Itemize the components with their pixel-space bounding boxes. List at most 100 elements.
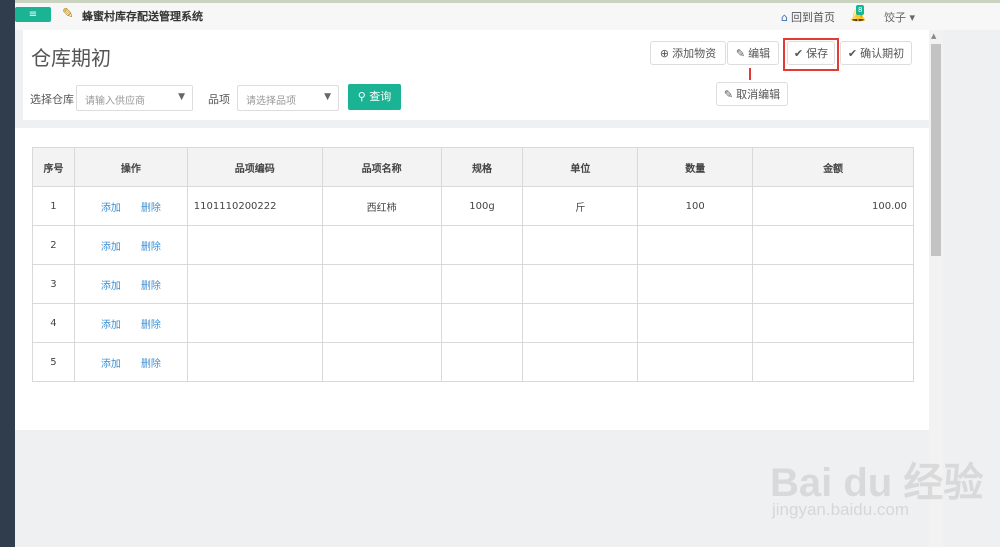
cell-actions: 添加 删除 bbox=[73, 264, 188, 304]
cell-amount bbox=[752, 342, 914, 382]
cell-unit bbox=[522, 342, 639, 382]
header-code: 品项编码 bbox=[186, 147, 323, 187]
chevron-down-icon: ▼ bbox=[324, 92, 331, 102]
header-name: 品项名称 bbox=[321, 147, 442, 187]
cell-code bbox=[186, 303, 323, 343]
cell-qty bbox=[637, 342, 754, 382]
cell-spec bbox=[440, 225, 524, 265]
home-icon: ⌂ bbox=[781, 11, 788, 24]
warehouse-placeholder: 请输入供应商 bbox=[85, 96, 145, 107]
delete-row-link[interactable]: 删除 bbox=[141, 281, 161, 292]
cell-no: 3 bbox=[32, 264, 75, 304]
table-row: 2 添加 删除 bbox=[32, 225, 914, 265]
opening-stock-table: 序号 操作 品项编码 品项名称 规格 单位 数量 金额 1 添加 删除 11011… bbox=[32, 147, 914, 382]
cell-code bbox=[186, 264, 323, 304]
header-amount: 金额 bbox=[752, 147, 914, 187]
save-highlight-box bbox=[783, 38, 839, 71]
cell-amount: 100.00 bbox=[752, 186, 914, 226]
left-sidebar-rail bbox=[0, 0, 15, 547]
menu-icon: ≡ bbox=[28, 9, 38, 20]
cell-unit bbox=[522, 303, 639, 343]
cell-spec bbox=[440, 264, 524, 304]
cancel-edit-button[interactable]: ✎ 取消编辑 bbox=[716, 82, 788, 106]
header-actions: 操作 bbox=[73, 147, 188, 187]
add-row-link[interactable]: 添加 bbox=[101, 359, 121, 370]
cell-code: 1101110200222 bbox=[186, 186, 323, 226]
menu-toggle-button[interactable]: ≡ bbox=[15, 7, 51, 22]
add-row-link[interactable]: 添加 bbox=[101, 203, 121, 214]
cell-amount bbox=[752, 225, 914, 265]
cell-amount bbox=[752, 303, 914, 343]
pencil-icon: ✎ bbox=[723, 88, 734, 101]
warehouse-label: 选择仓库 bbox=[30, 93, 74, 106]
cell-amount bbox=[752, 264, 914, 304]
app-title: 蜂蜜村库存配送管理系统 bbox=[82, 10, 203, 23]
cell-code bbox=[186, 225, 323, 265]
cell-qty bbox=[637, 264, 754, 304]
item-placeholder: 请选择品项 bbox=[246, 96, 296, 107]
baidu-watermark-url: jingyan.baidu.com bbox=[772, 500, 910, 519]
header-no: 序号 bbox=[32, 147, 75, 187]
cell-name: 西红柿 bbox=[321, 186, 442, 226]
highlight-connector-line bbox=[749, 68, 751, 80]
table-header-row: 序号 操作 品项编码 品项名称 规格 单位 数量 金额 bbox=[32, 147, 914, 187]
cell-spec bbox=[440, 303, 524, 343]
edit-button[interactable]: ✎ 编辑 bbox=[727, 41, 779, 65]
cell-actions: 添加 删除 bbox=[73, 303, 188, 343]
cell-unit bbox=[522, 264, 639, 304]
cell-qty bbox=[637, 303, 754, 343]
delete-row-link[interactable]: 删除 bbox=[141, 242, 161, 253]
home-link-label: 回到首页 bbox=[790, 11, 835, 24]
warehouse-select[interactable]: 请输入供应商 ▼ bbox=[76, 85, 193, 111]
delete-row-link[interactable]: 删除 bbox=[141, 359, 161, 370]
header-unit: 单位 bbox=[522, 147, 639, 187]
cell-qty bbox=[637, 225, 754, 265]
search-icon: ⚲ bbox=[357, 90, 370, 103]
item-select[interactable]: 请选择品项 ▼ bbox=[237, 85, 339, 111]
cell-qty: 100 bbox=[637, 186, 754, 226]
edit-label: 编辑 bbox=[748, 47, 771, 60]
pencil-icon: ✎ bbox=[735, 47, 746, 60]
add-row-link[interactable]: 添加 bbox=[101, 281, 121, 292]
cell-name bbox=[321, 225, 442, 265]
cell-spec: 100g bbox=[440, 186, 524, 226]
check-icon: ✔ bbox=[847, 47, 858, 60]
notification-count-badge: 8 bbox=[856, 5, 865, 15]
cell-no: 2 bbox=[32, 225, 75, 265]
page-title: 仓库期初 bbox=[31, 46, 111, 70]
cancel-edit-label: 取消编辑 bbox=[736, 88, 781, 101]
add-material-button[interactable]: ⊕ 添加物资 bbox=[650, 41, 726, 65]
table-row: 4 添加 删除 bbox=[32, 303, 914, 343]
user-menu[interactable]: 饺子 ▾ bbox=[884, 9, 915, 25]
item-label: 品项 bbox=[208, 93, 230, 106]
app-logo-icon: ✎ bbox=[62, 6, 74, 22]
search-button[interactable]: ⚲ 查询 bbox=[348, 84, 401, 110]
cell-spec bbox=[440, 342, 524, 382]
plus-circle-icon: ⊕ bbox=[659, 47, 670, 60]
cell-no: 4 bbox=[32, 303, 75, 343]
confirm-opening-button[interactable]: ✔ 确认期初 bbox=[840, 41, 912, 65]
add-material-label: 添加物资 bbox=[672, 47, 717, 60]
cell-actions: 添加 删除 bbox=[73, 186, 188, 226]
cell-actions: 添加 删除 bbox=[73, 342, 188, 382]
cell-no: 5 bbox=[32, 342, 75, 382]
cell-name bbox=[321, 264, 442, 304]
table-row: 3 添加 删除 bbox=[32, 264, 914, 304]
header-qty: 数量 bbox=[637, 147, 754, 187]
cell-no: 1 bbox=[32, 186, 75, 226]
cell-unit bbox=[522, 225, 639, 265]
cell-name bbox=[321, 342, 442, 382]
delete-row-link[interactable]: 删除 bbox=[141, 320, 161, 331]
add-row-link[interactable]: 添加 bbox=[101, 242, 121, 253]
add-row-link[interactable]: 添加 bbox=[101, 320, 121, 331]
delete-row-link[interactable]: 删除 bbox=[141, 203, 161, 214]
home-link[interactable]: ⌂ 回到首页 bbox=[781, 9, 835, 25]
search-label: 查询 bbox=[369, 90, 392, 103]
table-row: 1 添加 删除 1101110200222 西红柿 100g 斤 100 100.… bbox=[32, 186, 914, 226]
cell-unit: 斤 bbox=[522, 186, 639, 226]
cell-code bbox=[186, 342, 323, 382]
cell-actions: 添加 删除 bbox=[73, 225, 188, 265]
scrollbar-thumb[interactable] bbox=[931, 44, 941, 256]
table-row: 5 添加 删除 bbox=[32, 342, 914, 382]
scroll-up-arrow-icon[interactable]: ▲ bbox=[931, 32, 936, 40]
